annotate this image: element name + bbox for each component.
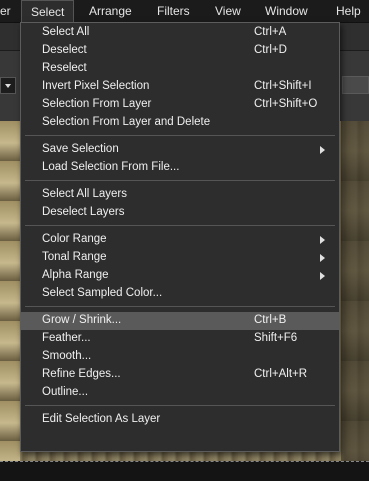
menu-item-label: Refine Edges... [42, 368, 121, 380]
menu-separator [25, 225, 335, 226]
menu-item-feather[interactable]: Feather... Shift+F6 [21, 330, 339, 348]
menu-item-label: Reselect [42, 62, 87, 74]
menu-item-tonal-range[interactable]: Tonal Range [21, 249, 339, 267]
submenu-arrow-icon [320, 146, 325, 154]
menu-item-shortcut: Ctrl+Shift+I [254, 80, 312, 92]
menu-item-color-range[interactable]: Color Range [21, 231, 339, 249]
menu-item-label: Edit Selection As Layer [42, 413, 161, 425]
status-bar [0, 461, 369, 481]
menu-item-refine-edges[interactable]: Refine Edges... Ctrl+Alt+R [21, 366, 339, 384]
submenu-arrow-icon [320, 236, 325, 244]
menu-view[interactable]: View [215, 0, 241, 22]
menu-item-shortcut: Ctrl+Alt+R [254, 368, 308, 380]
menu-item-smooth[interactable]: Smooth... [21, 348, 339, 366]
menu-item-label: Invert Pixel Selection [42, 80, 150, 92]
menu-item-label: Smooth... [42, 350, 92, 362]
menu-item-invert-pixel-selection[interactable]: Invert Pixel Selection Ctrl+Shift+I [21, 78, 339, 96]
menu-item-select-all-layers[interactable]: Select All Layers [21, 186, 339, 204]
menu-separator [25, 306, 335, 307]
menu-separator [25, 135, 335, 136]
canvas-image-left [0, 121, 20, 461]
menu-select[interactable]: Select [21, 0, 74, 22]
menu-layer[interactable]: er [0, 0, 11, 22]
menu-item-shortcut: Ctrl+Shift+O [254, 98, 318, 110]
menu-item-label: Outline... [42, 386, 89, 398]
menu-separator [25, 405, 335, 406]
tool-options-field[interactable] [342, 76, 369, 94]
menu-item-label: Deselect Layers [42, 206, 125, 218]
select-menu-dropdown: Select All Ctrl+A Deselect Ctrl+D Reselect In… [20, 22, 340, 452]
menu-item-label: Color Range [42, 233, 107, 245]
menu-item-label: Selection From Layer and Delete [42, 116, 211, 128]
submenu-arrow-icon [320, 272, 325, 280]
menu-item-label: Selection From Layer [42, 98, 152, 110]
menu-item-grow-shrink[interactable]: Grow / Shrink... Ctrl+B [21, 312, 339, 330]
menu-bar: er Select Arrange Filters View Window He… [0, 0, 369, 23]
menu-item-label: Tonal Range [42, 251, 107, 263]
menu-window[interactable]: Window [265, 0, 308, 22]
menu-help[interactable]: Help [336, 0, 361, 22]
menu-item-save-selection[interactable]: Save Selection [21, 141, 339, 159]
canvas-image-right [341, 121, 369, 461]
menu-item-shortcut: Ctrl+B [254, 314, 287, 326]
menu-item-reselect[interactable]: Reselect [21, 60, 339, 78]
menu-item-label: Deselect [42, 44, 87, 56]
menu-item-selection-from-layer[interactable]: Selection From Layer Ctrl+Shift+O [21, 96, 339, 114]
menu-item-deselect[interactable]: Deselect Ctrl+D [21, 42, 339, 60]
menu-item-label: Alpha Range [42, 269, 109, 281]
menu-item-shortcut: Ctrl+D [254, 44, 287, 56]
menu-item-label: Feather... [42, 332, 91, 344]
menu-item-load-selection-from-file[interactable]: Load Selection From File... [21, 159, 339, 177]
menu-item-shortcut: Ctrl+A [254, 26, 287, 38]
menu-item-label: Select All Layers [42, 188, 128, 200]
menu-item-alpha-range[interactable]: Alpha Range [21, 267, 339, 285]
menu-item-select-sampled-color[interactable]: Select Sampled Color... [21, 285, 339, 303]
menu-item-label: Save Selection [42, 143, 119, 155]
menu-item-edit-selection-as-layer[interactable]: Edit Selection As Layer [21, 411, 339, 429]
tool-options-dropdown[interactable] [0, 77, 16, 94]
menu-item-label: Select All [42, 26, 90, 38]
menu-item-selection-from-layer-and-delete[interactable]: Selection From Layer and Delete [21, 114, 339, 132]
menu-item-label: Grow / Shrink... [42, 314, 122, 326]
menu-arrange[interactable]: Arrange [89, 0, 132, 22]
submenu-arrow-icon [320, 254, 325, 262]
menu-item-shortcut: Shift+F6 [254, 332, 298, 344]
menu-item-deselect-layers[interactable]: Deselect Layers [21, 204, 339, 222]
menu-item-label: Select Sampled Color... [42, 287, 163, 299]
menu-item-label: Load Selection From File... [42, 161, 180, 173]
menu-item-select-all[interactable]: Select All Ctrl+A [21, 24, 339, 42]
menu-separator [25, 180, 335, 181]
menu-filters[interactable]: Filters [157, 0, 190, 22]
menu-item-outline[interactable]: Outline... [21, 384, 339, 402]
